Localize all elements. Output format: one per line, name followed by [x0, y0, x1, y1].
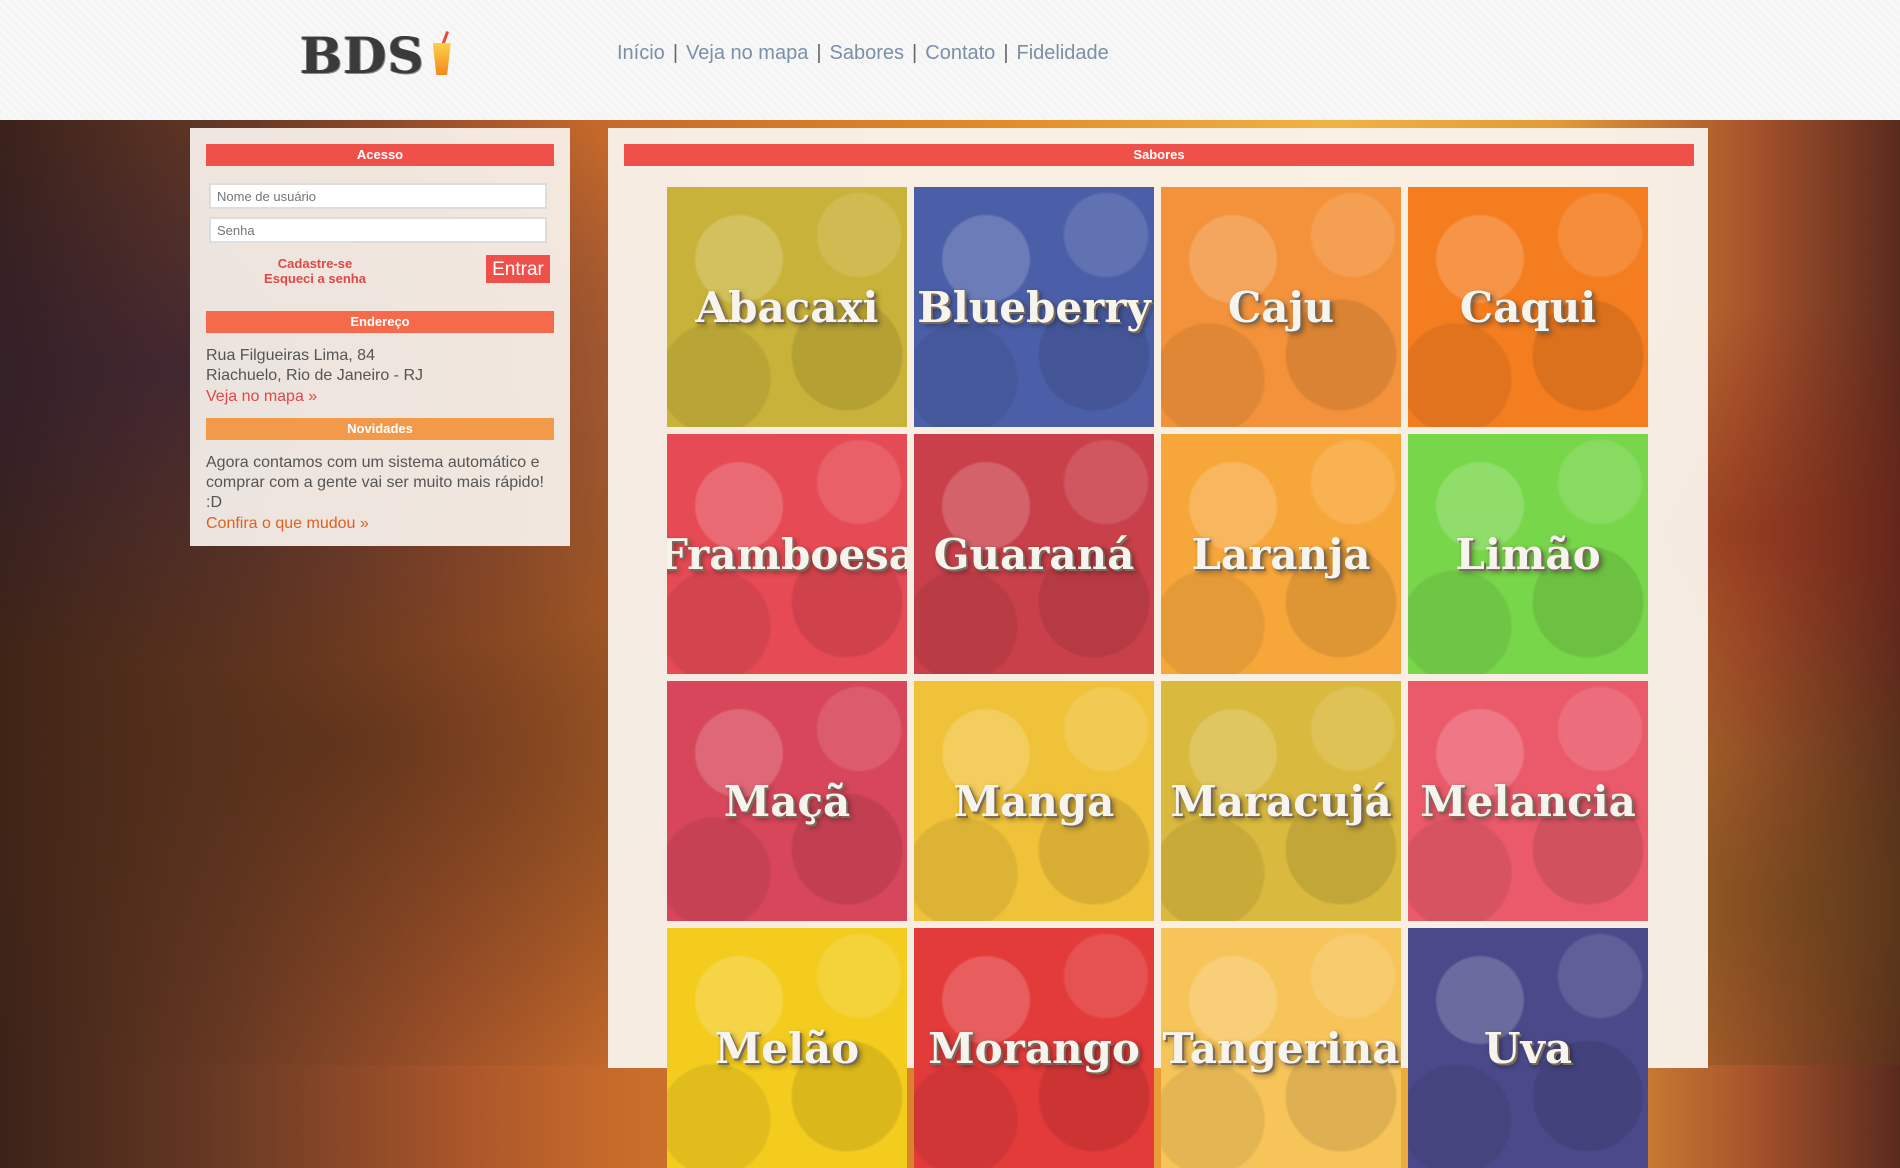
flavor-tile-blueberry[interactable]: Blueberry — [914, 187, 1154, 427]
nav-separator: | — [1003, 42, 1009, 64]
nav-contato[interactable]: Contato — [925, 42, 995, 65]
flavor-tile-maca[interactable]: Maçã — [667, 681, 907, 921]
flavor-label: Melão — [714, 1023, 860, 1073]
flavor-tile-limao[interactable]: Limão — [1408, 434, 1648, 674]
main-nav: Início | Veja no mapa | Sabores | Contat… — [617, 42, 1109, 65]
address-title: Endereço — [206, 311, 554, 333]
flavor-tile-melao[interactable]: Melão — [667, 928, 907, 1168]
flavor-grid: Abacaxi Blueberry Caju Caqui Framboesa G… — [667, 187, 1649, 1168]
logo-text: BDS — [300, 25, 425, 85]
flavor-label: Caqui — [1459, 282, 1597, 332]
flavor-label: Caju — [1227, 282, 1335, 332]
flavor-label: Guaraná — [933, 529, 1135, 579]
flavor-label: Framboesa — [667, 529, 907, 579]
address-line-2: Riachuelo, Rio de Janeiro - RJ — [206, 367, 423, 384]
flavor-label: Morango — [928, 1023, 1140, 1073]
flavor-tile-tangerina[interactable]: Tangerina — [1161, 928, 1401, 1168]
flavor-tile-caqui[interactable]: Caqui — [1408, 187, 1648, 427]
flavor-tile-caju[interactable]: Caju — [1161, 187, 1401, 427]
forgot-password-link[interactable]: Esqueci a senha — [250, 271, 380, 286]
flavor-label: Uva — [1483, 1023, 1573, 1073]
password-input[interactable] — [209, 217, 547, 243]
nav-separator: | — [672, 42, 679, 64]
flavor-label: Melancia — [1420, 776, 1636, 826]
flavor-label: Laranja — [1191, 529, 1371, 579]
flavor-tile-abacaxi[interactable]: Abacaxi — [667, 187, 907, 427]
flavor-tile-guarana[interactable]: Guaraná — [914, 434, 1154, 674]
access-links: Cadastre-se Esqueci a senha — [250, 256, 380, 286]
access-title: Acesso — [206, 144, 554, 166]
nav-inicio[interactable]: Início — [617, 42, 665, 65]
flavor-tile-maracuja[interactable]: Maracujá — [1161, 681, 1401, 921]
signup-link[interactable]: Cadastre-se — [250, 256, 380, 271]
flavor-tile-laranja[interactable]: Laranja — [1161, 434, 1401, 674]
flavor-label: Limão — [1455, 529, 1601, 579]
news-title: Novidades — [206, 418, 554, 440]
flavor-label: Abacaxi — [695, 282, 879, 332]
login-button[interactable]: Entrar — [486, 255, 550, 283]
nav-fidelidade[interactable]: Fidelidade — [1017, 42, 1109, 65]
nav-separator: | — [912, 42, 918, 64]
juice-glass-icon — [429, 31, 455, 79]
flavor-label: Maracujá — [1170, 776, 1392, 826]
address-line-1: Rua Filgueiras Lima, 84 — [206, 347, 375, 364]
news-block: Agora contamos com um sistema automático… — [206, 453, 554, 533]
address-block: Rua Filgueiras Lima, 84 Riachuelo, Rio d… — [206, 346, 554, 406]
nav-separator: | — [816, 42, 822, 64]
flavor-label: Tangerina — [1162, 1023, 1400, 1073]
nav-veja-no-mapa[interactable]: Veja no mapa — [686, 42, 808, 65]
flavors-panel: Sabores Abacaxi Blueberry Caju Caqui Fra… — [608, 128, 1708, 1168]
flavor-tile-melancia[interactable]: Melancia — [1408, 681, 1648, 921]
flavor-tile-uva[interactable]: Uva — [1408, 928, 1648, 1168]
flavor-tile-manga[interactable]: Manga — [914, 681, 1154, 921]
news-link[interactable]: Confira o que mudou » — [206, 515, 369, 532]
header-zigzag-edge — [0, 112, 1900, 122]
flavor-tile-framboesa[interactable]: Framboesa — [667, 434, 907, 674]
username-input[interactable] — [209, 183, 547, 209]
flavor-label: Blueberry — [917, 282, 1151, 332]
flavors-title: Sabores — [624, 144, 1694, 166]
flavor-label: Maçã — [723, 776, 851, 826]
nav-sabores[interactable]: Sabores — [830, 42, 905, 65]
news-text: Agora contamos com um sistema automático… — [206, 454, 544, 511]
sidebar: Acesso Cadastre-se Esqueci a senha Entra… — [190, 128, 570, 546]
header: BDS Início | Veja no mapa | Sabores | Co… — [0, 0, 1900, 120]
map-link[interactable]: Veja no mapa » — [206, 388, 317, 405]
logo[interactable]: BDS — [300, 25, 455, 85]
flavor-label: Manga — [953, 776, 1115, 826]
flavor-tile-morango[interactable]: Morango — [914, 928, 1154, 1168]
